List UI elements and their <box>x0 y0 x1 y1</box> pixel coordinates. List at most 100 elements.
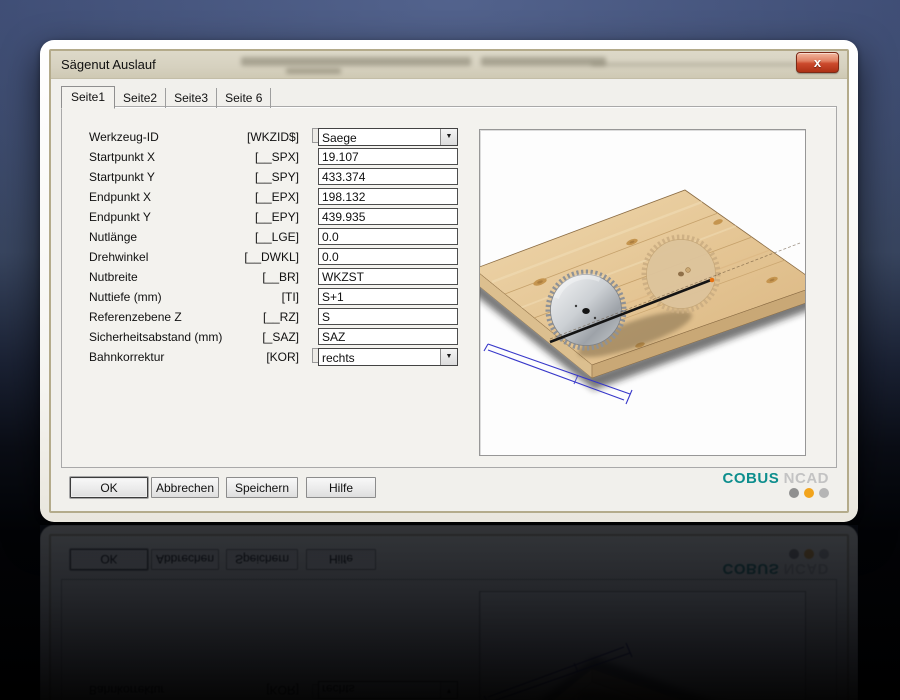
field-label: Referenzebene Z <box>89 309 182 324</box>
refl-parameter-form: Werkzeug-ID [WKZID$] Saege ▼ Startpunkt … <box>89 679 458 700</box>
titlebar-ghost-text <box>481 57 606 66</box>
refl-brand-dots <box>723 549 829 559</box>
refl-blade-shadow <box>578 689 692 700</box>
refl-field-label: Bahnkorrektur <box>89 683 165 698</box>
chevron-down-icon[interactable]: ▼ <box>440 348 457 365</box>
field-code: [KOR] <box>266 349 299 364</box>
referenzebene-z-input[interactable] <box>318 308 458 325</box>
titlebar-ghost-line <box>591 63 796 66</box>
cancel-button[interactable]: Abbrechen <box>151 477 219 498</box>
field-code: [WKZID$] <box>246 129 299 144</box>
titlebar-ghost-text <box>286 68 341 74</box>
field-label: Werkzeug-ID <box>89 129 159 144</box>
refl-saw-groove-3d-preview <box>480 642 805 700</box>
refl-field-code: [KOR] <box>266 683 299 698</box>
nutbreite-input[interactable] <box>318 268 458 285</box>
endpunkt-y-input[interactable] <box>318 208 458 225</box>
save-button[interactable]: Speichern <box>226 477 298 498</box>
form-row: Sicherheitsabstand (mm) [_SAZ] <box>89 328 458 345</box>
form-row: Endpunkt Y [__EPY] <box>89 208 458 225</box>
window-reflection: Sägenut Auslauf x Seite1 Seite2 Seite3 S… <box>40 525 858 700</box>
form-row: Werkzeug-ID [WKZID$] Saege ▼ <box>89 127 458 146</box>
drehwinkel-input[interactable] <box>318 248 458 265</box>
refl-button-bar: OK Abbrechen Speichern Hilfe COBUS NCAD <box>63 547 835 577</box>
tab-bar: Seite1 Seite2 Seite3 Seite 6 <box>61 86 837 109</box>
field-code: [__BR] <box>262 269 299 284</box>
form-row: Bahnkorrektur [KOR] rechts ▼ <box>89 347 458 366</box>
form-row: Nutbreite [__BR] <box>89 268 458 285</box>
nuttiefe-input[interactable] <box>318 288 458 305</box>
sicherheitsabstand-input[interactable] <box>318 328 458 345</box>
refl-brand-ncad: NCAD <box>783 560 829 577</box>
brand-dots <box>723 488 829 498</box>
form-row: Referenzebene Z [__RZ] <box>89 308 458 325</box>
titlebar-ghost-text <box>241 57 471 66</box>
refl-brand-dot-orange <box>804 549 814 559</box>
startpunkt-y-input[interactable] <box>318 168 458 185</box>
refl-bahnkorrektur-select: rechts ▼ <box>318 681 458 700</box>
field-code: [__RZ] <box>262 309 299 324</box>
preview-panel <box>479 129 806 456</box>
tab-seite2[interactable]: Seite2 <box>115 88 167 108</box>
field-label: Sicherheitsabstand (mm) <box>89 329 223 344</box>
refl-save-button: Speichern <box>226 549 298 570</box>
field-code: [__EPY] <box>254 209 299 224</box>
brand-logo: COBUS NCAD <box>723 471 829 498</box>
refl-brand-logo: COBUS NCAD <box>723 549 829 577</box>
startpunkt-x-input[interactable] <box>318 148 458 165</box>
form-row: Drehwinkel [__DWKL] <box>89 248 458 265</box>
help-button[interactable]: Hilfe <box>306 477 376 498</box>
field-label: Nutbreite <box>89 269 138 284</box>
field-label: Startpunkt X <box>89 149 156 164</box>
nutlaenge-input[interactable] <box>318 228 458 245</box>
brand-cobus: COBUS <box>722 470 780 487</box>
field-label: Nutlänge <box>89 229 138 244</box>
refl-help-button: Hilfe <box>306 549 376 570</box>
form-row: Nutlänge [__LGE] <box>89 228 458 245</box>
werkzeug-id-select[interactable]: Saege ▼ <box>312 127 458 146</box>
field-label: Endpunkt Y <box>89 209 151 224</box>
refl-brand-text: COBUS NCAD <box>723 560 829 577</box>
refl-preview-panel <box>479 591 806 700</box>
refl-brand-dot-gray <box>789 549 799 559</box>
close-button[interactable]: x <box>796 52 839 73</box>
field-label: Nuttiefe (mm) <box>89 289 162 304</box>
field-code: [_SAZ] <box>262 329 299 344</box>
tab-seite1[interactable]: Seite1 <box>61 86 116 109</box>
tab-seite3[interactable]: Seite3 <box>166 88 218 108</box>
saw-groove-3d-preview <box>480 189 805 405</box>
form-row: Startpunkt Y [__SPY] <box>89 168 458 185</box>
ok-button[interactable]: OK <box>70 477 148 498</box>
field-code: [__SPX] <box>254 149 299 164</box>
wood-board <box>480 189 805 379</box>
refl-brand-dot-lightgray <box>819 549 829 559</box>
refl-wood-board <box>480 668 805 700</box>
refl-board-shadow <box>480 657 805 700</box>
endpunkt-x-input[interactable] <box>318 188 458 205</box>
refl-dimension-lines <box>483 642 633 700</box>
brand-dot-gray <box>789 488 799 498</box>
chevron-down-icon[interactable]: ▼ <box>440 128 457 145</box>
close-icon: x <box>813 55 822 70</box>
refl-dialog-frame: Sägenut Auslauf x Seite1 Seite2 Seite3 S… <box>49 534 849 700</box>
window-title: Sägenut Auslauf <box>61 57 156 72</box>
brand-ncad: NCAD <box>783 470 829 487</box>
brand-text: COBUS NCAD <box>723 471 829 486</box>
field-code: [__DWKL] <box>244 249 299 264</box>
tab-seite6[interactable]: Seite 6 <box>217 88 272 108</box>
dialog-window: Sägenut Auslauf x Seite1 Seite2 Seite3 S… <box>40 40 858 522</box>
form-row: Startpunkt X [__SPX] <box>89 148 458 165</box>
form-row: Nuttiefe (mm) [TI] <box>89 288 458 305</box>
tab-page: Werkzeug-ID [WKZID$] Saege ▼ Startpunkt … <box>61 106 837 468</box>
dialog-window: Sägenut Auslauf x Seite1 Seite2 Seite3 S… <box>40 525 858 700</box>
parameter-form: Werkzeug-ID [WKZID$] Saege ▼ Startpunkt … <box>89 127 458 368</box>
refl-form-row: Bahnkorrektur [KOR] rechts ▼ <box>89 681 458 700</box>
field-label: Endpunkt X <box>89 189 152 204</box>
titlebar[interactable]: Sägenut Auslauf x <box>51 51 847 79</box>
refl-tab-page: Werkzeug-ID [WKZID$] Saege ▼ Startpunkt … <box>61 579 837 700</box>
bahnkorrektur-select[interactable]: rechts ▼ <box>312 347 458 366</box>
refl-cancel-button: Abbrechen <box>151 549 219 570</box>
field-code: [__SPY] <box>254 169 299 184</box>
field-label: Bahnkorrektur <box>89 349 165 364</box>
form-row: Endpunkt X [__EPX] <box>89 188 458 205</box>
